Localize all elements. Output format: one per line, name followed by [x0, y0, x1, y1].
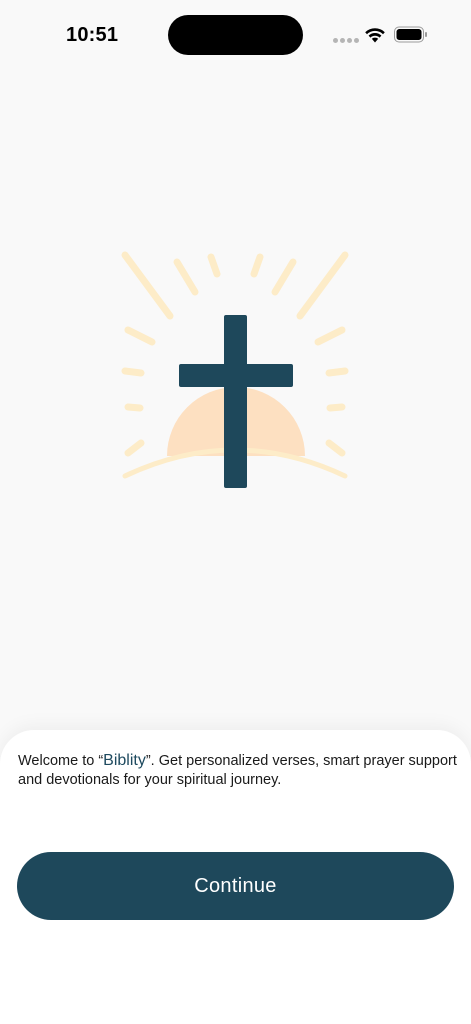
welcome-message: Welcome to “Biblity”. Get personalized v…: [18, 751, 458, 790]
cross-sunrise-icon: [121, 251, 349, 488]
wifi-icon: [365, 28, 385, 43]
status-bar: 10:51: [0, 0, 471, 70]
continue-button[interactable]: Continue: [17, 852, 454, 920]
battery-icon: [394, 26, 427, 43]
status-time: 10:51: [66, 24, 119, 46]
brand-name: Biblity: [103, 752, 146, 769]
cellular-signal-icon: [333, 38, 359, 44]
bottom-sheet: Welcome to “Biblity”. Get personalized v…: [0, 730, 471, 1024]
onboarding-screen: 10:51 Welcome to “Biblity”. Get personal…: [0, 0, 471, 1024]
dynamic-island: [168, 15, 303, 55]
welcome-prefix: Welcome to “: [18, 753, 104, 769]
cross-vertical: [224, 315, 247, 488]
cross-horizontal: [179, 364, 293, 387]
